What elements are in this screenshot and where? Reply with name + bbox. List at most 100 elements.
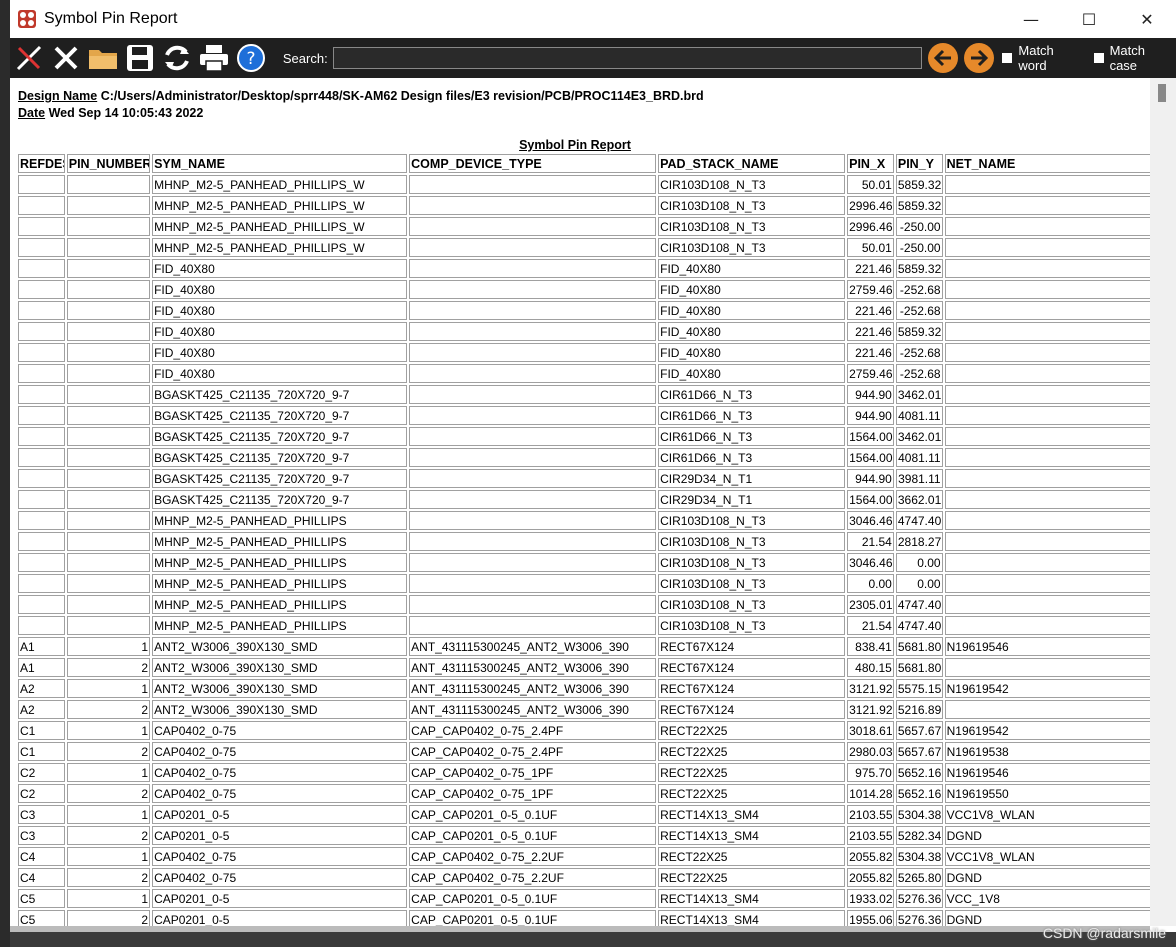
table-cell: 5304.38	[895, 847, 943, 866]
help-button[interactable]: ?	[233, 40, 269, 76]
table-cell: 2	[66, 658, 151, 677]
match-word-checkbox[interactable]	[1002, 53, 1013, 63]
table-cell	[66, 469, 151, 488]
table-cell	[66, 574, 151, 593]
table-row: MHNP_M2-5_PANHEAD_PHILLIPS_W CIR103D108_N…	[18, 175, 1150, 194]
table-cell: A2	[18, 679, 65, 698]
table-cell: C4	[18, 847, 65, 866]
table-cell: 50.01	[847, 175, 894, 194]
table-cell: FID_40X80	[152, 343, 408, 362]
find-next-button[interactable]	[964, 43, 995, 73]
open-folder-button[interactable]	[85, 40, 121, 76]
search-input[interactable]	[332, 47, 923, 69]
table-cell: CIR103D108_N_T3	[658, 511, 846, 530]
table-cell: 0.00	[895, 553, 943, 572]
table-cell	[409, 364, 657, 383]
table-cell: FID_40X80	[658, 343, 846, 362]
table-row: BGASKT425_C21135_720X720_9-7 CIR61D66_N_T…	[18, 448, 1150, 467]
table-cell	[944, 238, 1150, 257]
table-cell: 2103.55	[847, 805, 894, 824]
table-cell	[18, 511, 65, 530]
table-row: C1 2 CAP0402_0-75 CAP_CAP0402_0-75_2.4PF REC…	[18, 742, 1150, 761]
close-report-button[interactable]	[48, 40, 84, 76]
table-cell: 5859.32	[895, 175, 943, 194]
table-cell: C1	[18, 721, 65, 740]
table-cell: 4747.40	[895, 616, 943, 635]
table-row: FID_40X80 FID_40X80 2759.46 -252.68	[18, 364, 1150, 383]
table-cell: RECT22X25	[658, 868, 846, 887]
table-cell: RECT22X25	[658, 784, 846, 803]
table-cell	[944, 700, 1150, 719]
table-cell	[409, 427, 657, 446]
table-cell: C5	[18, 910, 65, 926]
column-header: COMP_DEVICE_TYPE	[409, 154, 657, 173]
table-cell: FID_40X80	[658, 322, 846, 341]
table-cell	[409, 217, 657, 236]
table-cell	[66, 280, 151, 299]
table-cell	[18, 553, 65, 572]
table-row: C1 1 CAP0402_0-75 CAP_CAP0402_0-75_2.4PF REC…	[18, 721, 1150, 740]
table-cell: A2	[18, 700, 65, 719]
table-cell: ANT2_W3006_390X130_SMD	[152, 637, 408, 656]
table-cell: 2	[66, 742, 151, 761]
table-cell	[66, 217, 151, 236]
table-cell	[409, 280, 657, 299]
vertical-scrollbar[interactable]	[1150, 78, 1176, 926]
maximize-button[interactable]: ☐	[1060, 0, 1118, 38]
table-cell	[409, 490, 657, 509]
table-row: MHNP_M2-5_PANHEAD_PHILLIPS CIR103D108_N_T…	[18, 553, 1150, 572]
table-cell	[66, 343, 151, 362]
print-button[interactable]	[196, 40, 232, 76]
table-cell: 3662.01	[895, 490, 943, 509]
table-cell	[944, 175, 1150, 194]
table-cell: FID_40X80	[152, 322, 408, 341]
table-cell: CIR103D108_N_T3	[658, 196, 846, 215]
table-cell: 2055.82	[847, 868, 894, 887]
table-cell: N19619550	[944, 784, 1150, 803]
table-cell: 3462.01	[895, 385, 943, 404]
table-cell	[18, 532, 65, 551]
table-cell: 1933.02	[847, 889, 894, 908]
table-cell: 0.00	[895, 574, 943, 593]
table-cell: CIR103D108_N_T3	[658, 595, 846, 614]
pin-tool-icon	[16, 45, 42, 71]
table-cell	[409, 532, 657, 551]
table-cell: 4081.11	[895, 448, 943, 467]
table-cell: FID_40X80	[152, 364, 408, 383]
table-cell	[409, 616, 657, 635]
table-cell: 480.15	[847, 658, 894, 677]
save-button[interactable]	[122, 40, 158, 76]
vertical-scroll-thumb[interactable]	[1158, 84, 1166, 102]
table-cell: 5652.16	[895, 763, 943, 782]
table-cell	[944, 385, 1150, 404]
table-cell: 1	[66, 679, 151, 698]
table-cell: CIR103D108_N_T3	[658, 238, 846, 257]
table-cell: FID_40X80	[152, 280, 408, 299]
table-cell	[18, 490, 65, 509]
table-cell: 2305.01	[847, 595, 894, 614]
refresh-icon	[164, 45, 189, 71]
table-cell: 5859.32	[895, 322, 943, 341]
table-cell: 5575.15	[895, 679, 943, 698]
table-cell: 3981.11	[895, 469, 943, 488]
table-cell	[66, 196, 151, 215]
table-header-row: REFDESPIN_NUMBERSYM_NAMECOMP_DEVICE_TYPE…	[18, 154, 1150, 173]
close-window-button[interactable]: ✕	[1118, 0, 1176, 38]
table-cell: RECT14X13_SM4	[658, 889, 846, 908]
column-header: PAD_STACK_NAME	[658, 154, 846, 173]
table-cell	[18, 448, 65, 467]
refresh-button[interactable]	[159, 40, 195, 76]
table-cell	[944, 595, 1150, 614]
match-case-checkbox[interactable]	[1093, 53, 1104, 63]
table-cell: 5681.80	[895, 658, 943, 677]
table-row: A1 2 ANT2_W3006_390X130_SMD ANT_43111530024…	[18, 658, 1150, 677]
table-cell: CAP0201_0-5	[152, 805, 408, 824]
table-row: MHNP_M2-5_PANHEAD_PHILLIPS CIR103D108_N_T…	[18, 511, 1150, 530]
minimize-button[interactable]: —	[1002, 0, 1060, 38]
pin-tool-button[interactable]	[11, 40, 47, 76]
table-cell: 1	[66, 637, 151, 656]
table-cell	[409, 343, 657, 362]
table-cell: C3	[18, 805, 65, 824]
find-previous-button[interactable]	[928, 43, 959, 73]
table-cell: 1	[66, 805, 151, 824]
